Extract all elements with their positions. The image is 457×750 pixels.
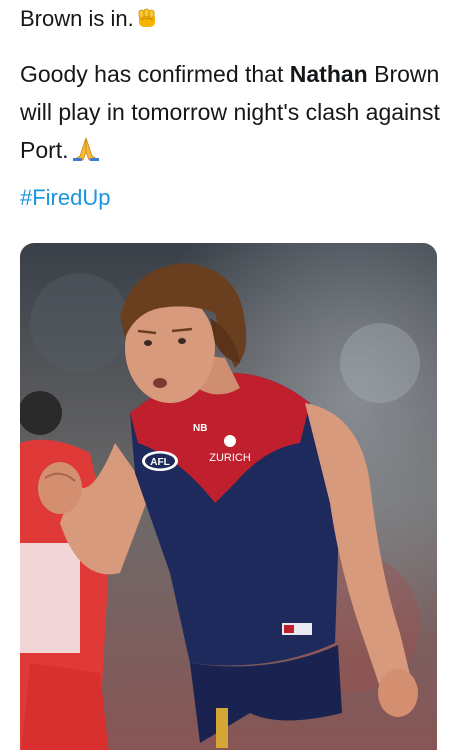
player-photo-illustration: AFL ZURICH NB <box>20 243 437 750</box>
tweet-headline: Brown is in. <box>20 6 158 32</box>
afl-logo-icon: AFL <box>142 451 178 471</box>
nb-logo: NB <box>193 423 207 434</box>
hashtag-link[interactable]: #FiredUp <box>20 183 110 213</box>
folded-hands-emoji-icon <box>71 135 101 161</box>
raised-fist-emoji-icon <box>136 7 158 29</box>
tweet-body: Goody has confirmed that Nathan Brown wi… <box>20 55 450 169</box>
tweet: Brown is in. Goody has confirmed that Na… <box>0 0 457 750</box>
headline-text: Brown is in. <box>20 6 134 31</box>
body-bold-name: Nathan <box>289 61 368 87</box>
sponsor-text: ZURICH <box>209 452 251 464</box>
body-prefix: Goody has confirmed that <box>20 61 290 87</box>
tweet-photo[interactable]: AFL ZURICH NB <box>20 243 437 750</box>
afl-logo-text: AFL <box>150 457 169 468</box>
